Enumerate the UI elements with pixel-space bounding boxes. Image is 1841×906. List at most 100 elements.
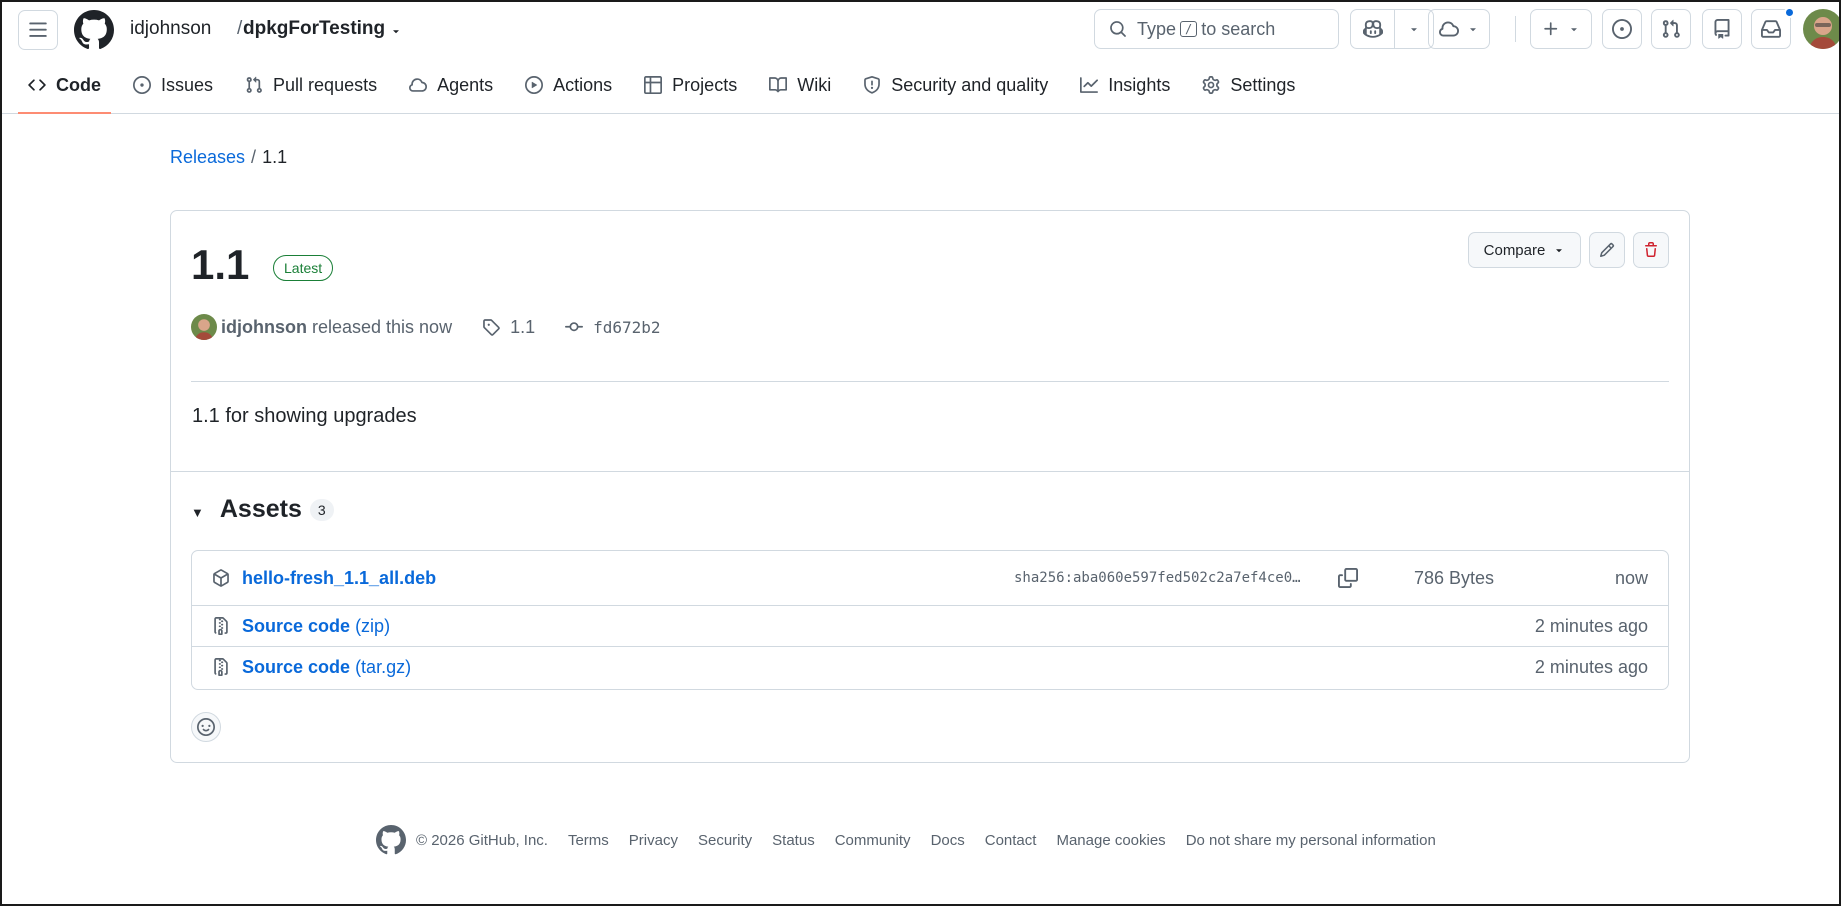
- tab-label: Code: [56, 74, 101, 95]
- your-issues-button[interactable]: [1602, 9, 1642, 49]
- asset-name: Source code: [242, 656, 351, 677]
- breadcrumb: Releases /1.1: [170, 147, 287, 168]
- footer-link-privacy[interactable]: Privacy: [629, 832, 678, 849]
- compare-button[interactable]: Compare: [1468, 232, 1581, 268]
- breadcrumb-separator: /: [251, 147, 257, 167]
- divider: [171, 471, 1689, 472]
- agent-icon: [409, 78, 428, 92]
- tab-label: Agents: [437, 74, 494, 95]
- create-new-button[interactable]: [1530, 9, 1592, 49]
- tab-label: Issues: [161, 74, 214, 95]
- tab-pull-requests[interactable]: Pull requests: [235, 64, 387, 106]
- footer-link-docs[interactable]: Docs: [931, 832, 965, 849]
- tab-wiki[interactable]: Wiki: [759, 64, 841, 106]
- shield-icon: [864, 76, 881, 94]
- asset-sha256: sha256:aba060e597fed502c2a7ef4ce0…: [1014, 570, 1301, 586]
- tab-actions[interactable]: Actions: [515, 64, 622, 106]
- copyright: © 2026 GitHub, Inc.: [416, 831, 548, 849]
- edit-release-button[interactable]: [1589, 232, 1625, 268]
- source-zip-link[interactable]: Source code (zip): [242, 616, 390, 637]
- assets-toggle[interactable]: ▼ Assets 3: [191, 495, 334, 524]
- commit-link[interactable]: fd672b2: [593, 318, 660, 337]
- source-targz-link[interactable]: Source code (tar.gz): [242, 657, 411, 678]
- play-icon: [525, 76, 544, 94]
- triangle-down-icon[interactable]: [390, 25, 402, 37]
- releases-link[interactable]: Releases: [170, 147, 245, 167]
- repo-icon: [1714, 19, 1730, 39]
- smiley-icon: [197, 718, 215, 736]
- unread-indicator: [1784, 7, 1795, 18]
- tab-label: Insights: [1108, 74, 1171, 95]
- package-icon: [213, 569, 229, 587]
- assets-title: Assets: [219, 495, 302, 523]
- delete-release-button[interactable]: [1633, 232, 1669, 268]
- triangle-down-icon: [1571, 28, 1577, 32]
- search-icon: [1110, 21, 1126, 37]
- file-zip-icon: [214, 617, 228, 635]
- tab-label: Actions: [553, 74, 613, 95]
- footer-link-do-not-share[interactable]: Do not share my personal information: [1186, 832, 1436, 849]
- copilot-split-button[interactable]: [1350, 9, 1434, 49]
- author-avatar[interactable]: [191, 314, 217, 340]
- caret-down-icon: ▼: [191, 505, 204, 520]
- tab-insights[interactable]: Insights: [1070, 64, 1180, 106]
- tab-security-and-quality[interactable]: Security and quality: [853, 64, 1058, 106]
- divider: [191, 381, 1669, 382]
- footer-link-community[interactable]: Community: [835, 832, 911, 849]
- asset-time: 2 minutes ago: [1534, 615, 1648, 636]
- tab-projects[interactable]: Projects: [634, 64, 747, 106]
- footer-link-security[interactable]: Security: [698, 832, 752, 849]
- repositories-button[interactable]: [1702, 9, 1742, 49]
- tab-label: Security and quality: [891, 74, 1049, 95]
- trash-icon: [1645, 242, 1657, 257]
- assets-list: hello-fresh_1.1_all.deb sha256:aba060e59…: [191, 550, 1669, 690]
- global-header: idjohnson / dpkgForTesting Type / to sea…: [0, 0, 1841, 114]
- breadcrumb-separator: /: [237, 18, 243, 39]
- add-reaction-button[interactable]: [191, 712, 221, 742]
- github-logo-icon[interactable]: [376, 825, 406, 855]
- copilot-icon: [1362, 20, 1383, 38]
- user-avatar[interactable]: [1803, 9, 1841, 49]
- asset-size: 786 Bytes: [1414, 567, 1495, 588]
- author-link[interactable]: idjohnson: [221, 317, 307, 338]
- inbox-icon: [1761, 20, 1781, 38]
- tab-label: Wiki: [797, 74, 832, 95]
- tab-label: Settings: [1230, 74, 1296, 95]
- table-icon: [644, 76, 663, 94]
- tab-settings[interactable]: Settings: [1192, 64, 1305, 106]
- github-logo-icon[interactable]: [74, 10, 114, 50]
- repo-tabs: Code Issues Pull requests Agents Actions…: [18, 64, 1317, 114]
- tag-icon: [483, 319, 500, 336]
- compare-label: Compare: [1483, 241, 1546, 259]
- repo-owner-link[interactable]: idjohnson: [130, 18, 211, 40]
- list-item: Source code (tar.gz) 2 minutes ago: [192, 646, 1668, 687]
- tag-link[interactable]: 1.1: [510, 317, 535, 338]
- search-input[interactable]: Type / to search: [1094, 9, 1339, 49]
- cloud-dropdown[interactable]: [1429, 10, 1489, 48]
- codespaces-button[interactable]: [1428, 9, 1490, 49]
- footer-link-terms[interactable]: Terms: [568, 832, 609, 849]
- tab-issues[interactable]: Issues: [123, 64, 223, 106]
- triangle-down-icon: [1470, 28, 1476, 32]
- pencil-icon: [1599, 242, 1615, 258]
- asset-time: 2 minutes ago: [1534, 656, 1648, 677]
- copy-icon[interactable]: [1338, 568, 1358, 588]
- repo-name-link[interactable]: dpkgForTesting: [243, 18, 385, 40]
- footer-link-status[interactable]: Status: [772, 832, 815, 849]
- footer-link-contact[interactable]: Contact: [985, 832, 1037, 849]
- list-item: hello-fresh_1.1_all.deb sha256:aba060e59…: [192, 551, 1668, 605]
- release-meta: idjohnson released this now 1.1 fd672b2: [191, 314, 661, 340]
- asset-deb-link[interactable]: hello-fresh_1.1_all.deb: [242, 568, 436, 589]
- tab-agents[interactable]: Agents: [399, 64, 503, 106]
- cloud-icon: [1439, 21, 1459, 37]
- your-pull-requests-button[interactable]: [1651, 9, 1691, 49]
- open-global-navigation-button[interactable]: [18, 10, 58, 50]
- footer-link-manage-cookies[interactable]: Manage cookies: [1056, 832, 1165, 849]
- graph-icon: [1080, 77, 1099, 93]
- triangle-down-icon: [1556, 249, 1563, 253]
- issue-opened-icon: [1612, 19, 1632, 39]
- tab-code[interactable]: Code: [18, 64, 111, 114]
- header-divider: [1515, 16, 1516, 42]
- copilot-button[interactable]: [1351, 10, 1395, 48]
- released-text: released this now: [311, 316, 453, 337]
